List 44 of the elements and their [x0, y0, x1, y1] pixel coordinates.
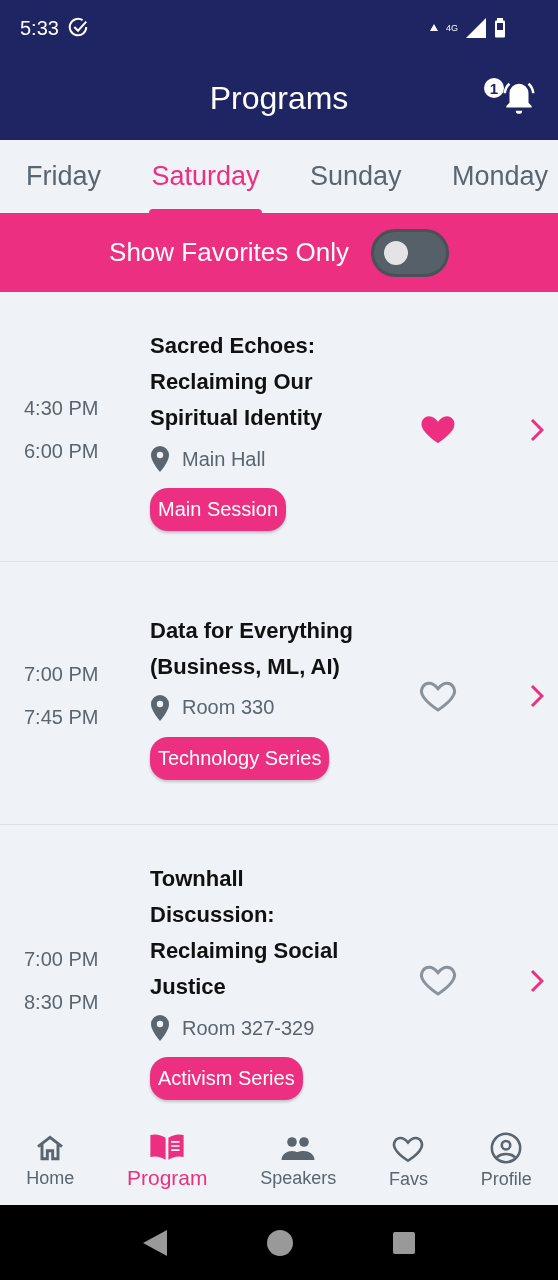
nav-item[interactable]: Speakers [254, 1130, 343, 1190]
chevron-right-icon[interactable] [530, 684, 544, 708]
session-tag: Activism Series [150, 1057, 303, 1100]
location-pin-icon [150, 446, 170, 472]
end-time: 7:45 PM [24, 706, 100, 729]
chevron-right-icon[interactable] [530, 417, 544, 442]
signal-icon [466, 18, 486, 38]
favorites-toggle[interactable] [370, 228, 449, 277]
chevron-right-icon[interactable] [530, 968, 544, 993]
notification-badge: 1 [484, 78, 504, 98]
day-tab[interactable]: Monday [449, 140, 550, 213]
day-tab[interactable]: Friday [24, 140, 103, 213]
session-title: Data for Everything (Business, ML, AI) [150, 616, 354, 681]
session-tag: Main Session [150, 488, 287, 531]
start-time: 7:00 PM [24, 947, 100, 971]
session-tag: Technology Series [150, 736, 330, 780]
start-time: 7:00 PM [24, 663, 100, 686]
session-title: Sacred Echoes: Reclaiming Our Spiritual Identity [150, 332, 324, 432]
check-circle-icon [66, 17, 89, 39]
start-time: 4:30 PM [24, 396, 100, 420]
location-pin-icon [150, 1015, 170, 1041]
battery-icon [494, 18, 506, 38]
session-location: Room 330 [182, 696, 275, 719]
end-time: 6:00 PM [24, 439, 100, 463]
status-time: 5:33 [20, 16, 59, 40]
day-tab[interactable]: Saturday [149, 140, 262, 213]
network-type: 4G [446, 23, 458, 33]
recents-icon[interactable] [393, 1231, 415, 1254]
session-location: Main Hall [182, 447, 266, 471]
location-pin-icon [150, 694, 170, 721]
favorites-filter-label: Show Favorites Only [109, 237, 349, 268]
session-location: Room 327-329 [182, 1016, 315, 1040]
nav-item[interactable]: Home [20, 1130, 81, 1190]
session-title: Townhall Discussion: Reclaiming Social Justice [150, 865, 340, 1001]
page-title: Programs [209, 79, 349, 117]
nav-item[interactable]: Program [121, 1129, 214, 1191]
wifi-arrow-icon [430, 24, 438, 32]
end-time: 8:30 PM [24, 990, 100, 1014]
home-circle-icon[interactable] [267, 1229, 293, 1256]
profile-icon [489, 1130, 524, 1165]
nav-item[interactable]: Favs [382, 1129, 434, 1191]
back-icon[interactable] [143, 1229, 167, 1256]
day-tab[interactable]: Sunday [307, 140, 404, 213]
nav-item[interactable]: Profile [474, 1129, 538, 1191]
